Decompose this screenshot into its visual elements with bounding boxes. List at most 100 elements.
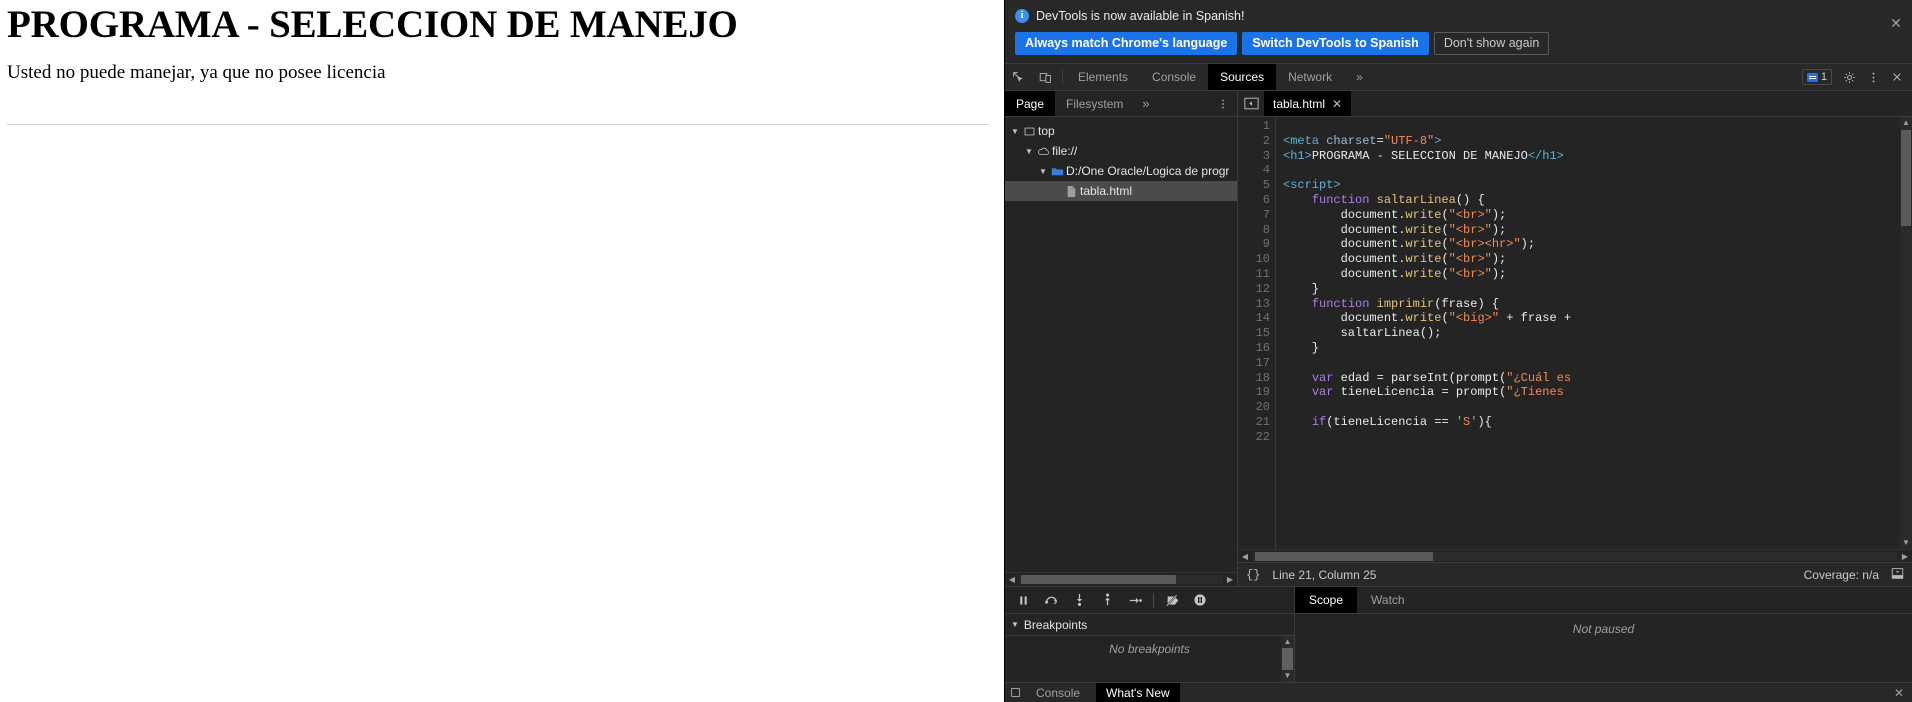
code-horizontal-scrollbar[interactable]: ◀ ▶ — [1238, 549, 1912, 562]
step-out-icon[interactable] — [1093, 588, 1121, 612]
breakpoints-header[interactable]: ▼ Breakpoints — [1005, 614, 1294, 636]
code-vertical-scrollbar[interactable]: ▲ ▼ — [1900, 117, 1912, 549]
code-line[interactable]: document.write("<br>"); — [1283, 208, 1912, 223]
code-line[interactable]: var tieneLicencia = prompt("¿Tienes — [1283, 385, 1912, 400]
code-line[interactable]: <script> — [1283, 178, 1912, 193]
tab-network[interactable]: Network — [1276, 64, 1344, 90]
inspect-element-icon[interactable] — [1005, 64, 1032, 90]
code-line[interactable] — [1283, 119, 1912, 134]
code-line[interactable]: <meta charset="UTF-8"> — [1283, 134, 1912, 149]
step-into-icon[interactable] — [1065, 588, 1093, 612]
scrollbar-thumb[interactable] — [1021, 575, 1176, 584]
code-line[interactable]: <h1>PROGRAMA - SELECCION DE MANEJO</h1> — [1283, 149, 1912, 164]
scrollbar-thumb[interactable] — [1255, 551, 1433, 561]
navigator-tab-page[interactable]: Page — [1005, 91, 1056, 116]
scrollbar-thumb[interactable] — [1282, 648, 1293, 670]
issues-counter-badge[interactable]: 1 — [1801, 69, 1832, 85]
scroll-right-arrow-icon[interactable]: ▶ — [1223, 575, 1237, 584]
scroll-right-arrow-icon[interactable]: ▶ — [1898, 552, 1912, 561]
scroll-up-arrow-icon[interactable]: ▲ — [1281, 636, 1294, 648]
code-line[interactable] — [1283, 430, 1912, 445]
scroll-up-arrow-icon[interactable]: ▲ — [1900, 117, 1912, 129]
line-number[interactable]: 20 — [1238, 400, 1275, 415]
code-line[interactable] — [1283, 356, 1912, 371]
code-line[interactable]: } — [1283, 341, 1912, 356]
code-line[interactable]: document.write("<br>"); — [1283, 252, 1912, 267]
breakpoints-scrollbar[interactable]: ▲ ▼ — [1281, 636, 1294, 682]
line-number[interactable]: 11 — [1238, 267, 1275, 282]
code-line[interactable] — [1283, 163, 1912, 178]
code-line[interactable]: document.write("<br>"); — [1283, 223, 1912, 238]
navigator-horizontal-scrollbar[interactable]: ◀ ▶ — [1005, 572, 1237, 586]
line-number[interactable]: 15 — [1238, 326, 1275, 341]
device-toolbar-icon[interactable] — [1032, 64, 1059, 90]
scrollbar-track[interactable] — [1253, 551, 1897, 561]
code-line[interactable]: document.write("<big>" + frase + — [1283, 311, 1912, 326]
line-number[interactable]: 3 — [1238, 149, 1275, 164]
tab-console[interactable]: Console — [1140, 64, 1208, 90]
line-number[interactable]: 1 — [1238, 119, 1275, 134]
navigator-more-tabs-icon[interactable]: » — [1134, 91, 1157, 116]
line-number[interactable]: 6 — [1238, 193, 1275, 208]
pause-on-exceptions-icon[interactable] — [1186, 588, 1214, 612]
editor-tab-tabla-html[interactable]: tabla.html ✕ — [1264, 91, 1352, 116]
line-number[interactable]: 12 — [1238, 282, 1275, 297]
line-number[interactable]: 21 — [1238, 415, 1275, 430]
step-icon[interactable] — [1121, 588, 1149, 612]
line-number[interactable]: 13 — [1238, 297, 1275, 312]
tab-sources[interactable]: Sources — [1208, 64, 1277, 90]
scrollbar-thumb[interactable] — [1901, 130, 1911, 226]
tree-item-top[interactable]: ▼ top — [1005, 121, 1237, 141]
scroll-down-arrow-icon[interactable]: ▼ — [1281, 670, 1294, 682]
line-number[interactable]: 22 — [1238, 430, 1275, 445]
line-number[interactable]: 17 — [1238, 356, 1275, 371]
pause-script-icon[interactable] — [1009, 588, 1037, 612]
line-number[interactable]: 14 — [1238, 311, 1275, 326]
kebab-menu-icon[interactable] — [1862, 66, 1884, 88]
line-number[interactable]: 10 — [1238, 252, 1275, 267]
drawer-tab-console[interactable]: Console — [1026, 683, 1090, 702]
line-number[interactable]: 18 — [1238, 371, 1275, 386]
tab-elements[interactable]: Elements — [1066, 64, 1140, 90]
tree-item-file-protocol[interactable]: ▼ file:// — [1005, 141, 1237, 161]
code-content[interactable]: <meta charset="UTF-8"> <h1>PROGRAMA - SEL… — [1276, 117, 1912, 549]
code-line[interactable]: document.write("<br>"); — [1283, 267, 1912, 282]
close-icon[interactable] — [1886, 66, 1908, 88]
scroll-left-arrow-icon[interactable]: ◀ — [1238, 552, 1252, 561]
line-number[interactable]: 16 — [1238, 341, 1275, 356]
more-tabs-chevron-icon[interactable]: » — [1344, 64, 1375, 90]
switch-to-spanish-button[interactable]: Switch DevTools to Spanish — [1242, 32, 1429, 55]
dont-show-again-button[interactable]: Don't show again — [1433, 32, 1550, 55]
deactivate-breakpoints-icon[interactable] — [1158, 588, 1186, 612]
code-line[interactable]: function saltarLinea() { — [1283, 193, 1912, 208]
pretty-print-icon[interactable]: {} — [1246, 568, 1260, 582]
code-line[interactable]: var edad = parseInt(prompt("¿Cuál es — [1283, 371, 1912, 386]
expand-triangle-icon[interactable]: ▼ — [1009, 127, 1021, 136]
navigator-menu-icon[interactable] — [1209, 91, 1237, 116]
tab-watch[interactable]: Watch — [1357, 587, 1419, 613]
code-line[interactable]: } — [1283, 282, 1912, 297]
scrollbar-track[interactable] — [1019, 575, 1223, 584]
gear-icon[interactable] — [1838, 66, 1860, 88]
navigator-tab-filesystem[interactable]: Filesystem — [1055, 91, 1134, 116]
line-number[interactable]: 9 — [1238, 237, 1275, 252]
scroll-left-arrow-icon[interactable]: ◀ — [1005, 575, 1019, 584]
line-number[interactable]: 2 — [1238, 134, 1275, 149]
close-notification-icon[interactable]: ✕ — [1889, 16, 1903, 31]
line-number[interactable]: 19 — [1238, 385, 1275, 400]
line-number[interactable]: 4 — [1238, 163, 1275, 178]
tree-item-tabla-html[interactable]: tabla.html — [1005, 181, 1237, 201]
drawer-tab-whats-new[interactable]: What's New — [1096, 683, 1180, 702]
show-navigator-icon[interactable] — [1238, 91, 1264, 116]
code-line[interactable]: saltarLinea(); — [1283, 326, 1912, 341]
collapse-triangle-icon[interactable]: ▼ — [1011, 620, 1019, 629]
scroll-down-arrow-icon[interactable]: ▼ — [1900, 537, 1912, 549]
show-drawer-icon[interactable] — [1891, 567, 1904, 583]
close-drawer-icon[interactable]: ✕ — [1894, 686, 1912, 700]
code-line[interactable]: document.write("<br><hr>"); — [1283, 237, 1912, 252]
code-line[interactable] — [1283, 400, 1912, 415]
code-line[interactable]: function imprimir(frase) { — [1283, 297, 1912, 312]
code-line[interactable]: if(tieneLicencia == 'S'){ — [1283, 415, 1912, 430]
line-number[interactable]: 5 — [1238, 178, 1275, 193]
code-viewport[interactable]: 1 2 3 4 5 6 7 8 9 10 11 12 13 14 15 16 17 18 19 20 21 22 <met… — [1238, 117, 1912, 549]
